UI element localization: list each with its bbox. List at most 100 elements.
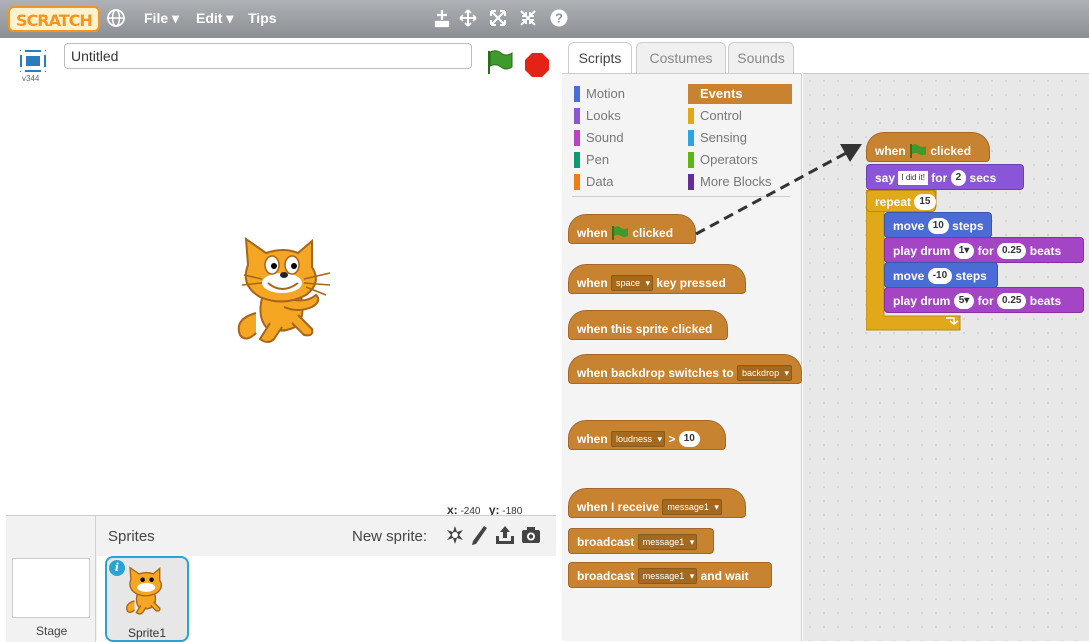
tab-costumes[interactable]: Costumes xyxy=(636,42,726,74)
move-steps-block[interactable]: move 10 steps xyxy=(884,212,992,238)
block-text: say xyxy=(875,170,896,185)
message-dropdown[interactable]: message1 xyxy=(637,567,698,584)
category-motion[interactable]: Motion xyxy=(574,84,674,104)
green-flag-icon xyxy=(910,143,927,158)
message-dropdown[interactable]: message1 xyxy=(637,533,698,550)
category-more-blocks[interactable]: More Blocks xyxy=(688,172,792,192)
globe-icon[interactable] xyxy=(106,8,126,28)
project-title-input[interactable] xyxy=(64,43,472,69)
motion-swatch xyxy=(574,86,580,102)
loudness-value-input[interactable]: 10 xyxy=(678,430,700,447)
script-when-flag-clicked-block[interactable]: when clicked xyxy=(866,132,990,162)
block-text: when xyxy=(577,275,608,290)
category-looks[interactable]: Looks xyxy=(574,106,674,126)
drum-dropdown[interactable]: 5▾ xyxy=(953,292,975,309)
sprite-pane: Stage Sprites New sprite: i Sprite1 xyxy=(6,515,556,642)
steps-input[interactable]: 10 xyxy=(927,217,949,234)
category-label: Motion xyxy=(586,86,626,101)
repeat-count-input[interactable]: 15 xyxy=(914,193,936,210)
when-loudness-block[interactable]: when loudness > 10 xyxy=(568,420,726,450)
scratch-logo[interactable]: SCRATCH xyxy=(8,6,100,32)
shrink-icon[interactable] xyxy=(518,8,538,28)
broadcast-block[interactable]: broadcast message1 xyxy=(568,528,714,554)
category-sound[interactable]: Sound xyxy=(574,128,674,148)
grow-icon[interactable] xyxy=(488,8,508,28)
broadcast-and-wait-block[interactable]: broadcast message1 and wait xyxy=(568,562,772,588)
sound-swatch xyxy=(574,130,580,146)
block-text: beats xyxy=(1029,243,1062,258)
when-backdrop-switches-block[interactable]: when backdrop switches to backdrop xyxy=(568,354,802,384)
green-flag-icon xyxy=(612,225,629,240)
tab-sounds[interactable]: Sounds xyxy=(728,42,794,74)
block-text: and wait xyxy=(700,568,749,583)
block-text: play drum xyxy=(893,243,951,258)
block-text: broadcast xyxy=(577,534,635,549)
sprite-thumbnail[interactable]: i Sprite1 xyxy=(105,556,189,642)
when-key-pressed-block[interactable]: when space key pressed xyxy=(568,264,746,294)
category-control[interactable]: Control xyxy=(688,106,792,126)
drum-dropdown[interactable]: 1▾ xyxy=(953,242,975,259)
block-text: repeat xyxy=(875,194,912,209)
block-text: when I receive xyxy=(577,499,660,514)
cat-sprite-icon[interactable] xyxy=(226,235,346,347)
when-i-receive-block[interactable]: when I receive message1 xyxy=(568,488,746,518)
paint-new-sprite-icon[interactable] xyxy=(468,524,490,546)
category-events[interactable]: Events xyxy=(688,84,792,104)
operators-swatch xyxy=(688,152,694,168)
upload-sprite-icon[interactable] xyxy=(494,524,516,546)
category-label: Pen xyxy=(586,152,610,167)
when-flag-clicked-block[interactable]: when clicked xyxy=(568,214,696,244)
block-text: move xyxy=(893,268,925,283)
stage-thumbnail[interactable] xyxy=(12,558,90,618)
cat-thumbnail-icon xyxy=(126,566,163,615)
category-label: Sound xyxy=(586,130,624,145)
block-text: steps xyxy=(955,268,987,283)
category-sensing[interactable]: Sensing xyxy=(688,128,792,148)
category-label: Operators xyxy=(700,152,758,167)
events-swatch xyxy=(688,86,694,102)
say-for-secs-block[interactable]: say I did it! for 2 secs xyxy=(866,164,1024,190)
block-text: secs xyxy=(969,170,997,185)
category-label: Sensing xyxy=(700,130,747,145)
steps-input[interactable]: -10 xyxy=(927,267,953,284)
key-dropdown[interactable]: space xyxy=(611,274,654,291)
duplicate-icon[interactable] xyxy=(432,8,452,28)
category-label: More Blocks xyxy=(700,174,772,189)
more-blocks-swatch xyxy=(688,174,694,190)
data-swatch xyxy=(574,174,580,190)
camera-icon[interactable] xyxy=(520,524,542,546)
control-swatch xyxy=(688,108,694,124)
block-text: > xyxy=(668,431,676,446)
category-operators[interactable]: Operators xyxy=(688,150,792,170)
block-text: clicked xyxy=(632,225,674,240)
stop-sign-icon[interactable] xyxy=(524,52,550,78)
block-text: broadcast xyxy=(577,568,635,583)
category-label: Events xyxy=(700,86,743,101)
edit-menu[interactable]: Edit ▾ xyxy=(196,10,233,27)
category-pen[interactable]: Pen xyxy=(574,150,674,170)
say-text-input[interactable]: I did it! xyxy=(898,170,928,185)
when-sprite-clicked-block[interactable]: when this sprite clicked xyxy=(568,310,728,340)
cut-icon[interactable] xyxy=(458,8,478,28)
tips-menu[interactable]: Tips xyxy=(248,10,277,26)
block-text: when xyxy=(577,431,608,446)
sensor-dropdown[interactable]: loudness xyxy=(611,430,666,447)
choose-sprite-from-library-icon[interactable] xyxy=(444,524,466,546)
category-data[interactable]: Data xyxy=(574,172,674,192)
stage-canvas[interactable] xyxy=(6,85,556,499)
fullscreen-icon[interactable] xyxy=(20,50,46,72)
play-drum-block[interactable]: play drum 1▾ for 0.25 beats xyxy=(884,237,1084,263)
tab-scripts[interactable]: Scripts xyxy=(568,42,632,74)
move-steps-block[interactable]: move -10 steps xyxy=(884,262,998,288)
backdrop-dropdown[interactable]: backdrop xyxy=(737,364,793,381)
message-dropdown[interactable]: message1 xyxy=(662,498,722,515)
beats-input[interactable]: 0.25 xyxy=(996,292,1027,309)
beats-input[interactable]: 0.25 xyxy=(996,242,1027,259)
green-flag-icon[interactable] xyxy=(484,48,514,76)
secs-input[interactable]: 2 xyxy=(950,169,967,186)
repeat-block[interactable]: repeat 15 xyxy=(866,190,936,212)
file-menu[interactable]: File ▾ xyxy=(144,10,179,27)
help-icon[interactable]: ? xyxy=(549,8,569,28)
menu-bar: SCRATCH File ▾ Edit ▾ Tips ? xyxy=(0,0,1089,38)
play-drum-block[interactable]: play drum 5▾ for 0.25 beats xyxy=(884,287,1084,313)
